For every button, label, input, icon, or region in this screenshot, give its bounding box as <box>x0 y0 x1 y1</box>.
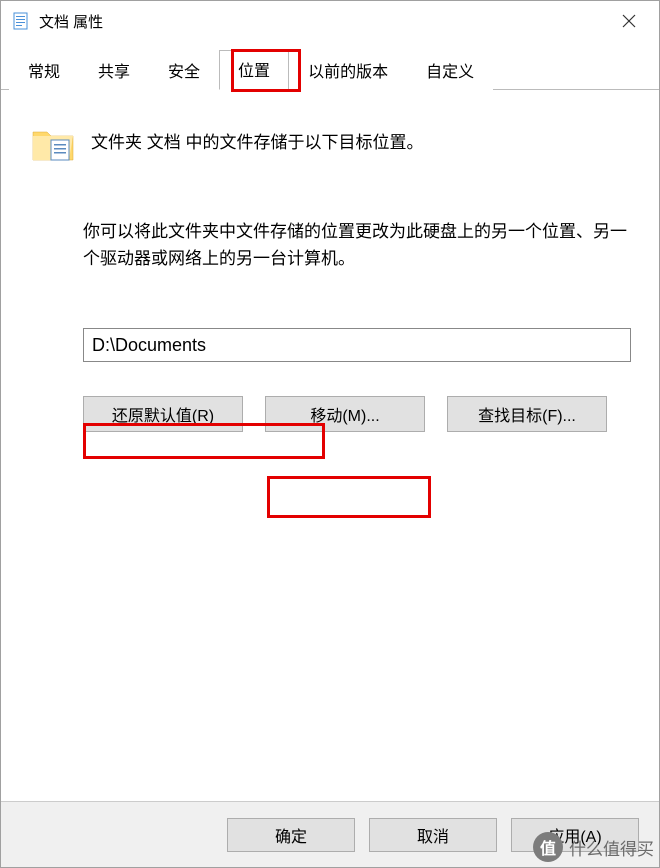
cancel-button[interactable]: 取消 <box>369 818 497 852</box>
move-button[interactable]: 移动(M)... <box>265 396 425 432</box>
tab-previous-versions[interactable]: 以前的版本 <box>289 51 407 90</box>
tab-sharing[interactable]: 共享 <box>79 51 149 90</box>
properties-dialog: 文档 属性 常规 共享 安全 位置 以前的版本 自定义 文件夹 文档 中 <box>0 0 660 868</box>
restore-default-button[interactable]: 还原默认值(R) <box>83 396 243 432</box>
tab-strip: 常规 共享 安全 位置 以前的版本 自定义 <box>1 41 659 90</box>
highlight-move-annotation <box>267 476 431 518</box>
path-input[interactable] <box>83 328 631 362</box>
window-title: 文档 属性 <box>39 11 603 32</box>
titlebar: 文档 属性 <box>1 1 659 41</box>
ok-button[interactable]: 确定 <box>227 818 355 852</box>
location-heading: 文件夹 文档 中的文件存储于以下目标位置。 <box>91 120 423 156</box>
find-target-button[interactable]: 查找目标(F)... <box>447 396 607 432</box>
tab-location[interactable]: 位置 <box>219 50 289 90</box>
folder-document-icon <box>29 120 77 168</box>
apply-button[interactable]: 应用(A) <box>511 818 639 852</box>
document-icon <box>11 11 31 31</box>
tab-general[interactable]: 常规 <box>9 51 79 90</box>
dialog-footer: 确定 取消 应用(A) <box>1 801 659 867</box>
tab-customize[interactable]: 自定义 <box>407 51 493 90</box>
close-button[interactable] <box>603 1 655 41</box>
tab-content: 文件夹 文档 中的文件存储于以下目标位置。 你可以将此文件夹中文件存储的位置更改… <box>1 90 659 801</box>
tab-security[interactable]: 安全 <box>149 51 219 90</box>
location-description: 你可以将此文件夹中文件存储的位置更改为此硬盘上的另一个位置、另一个驱动器或网络上… <box>83 218 631 272</box>
